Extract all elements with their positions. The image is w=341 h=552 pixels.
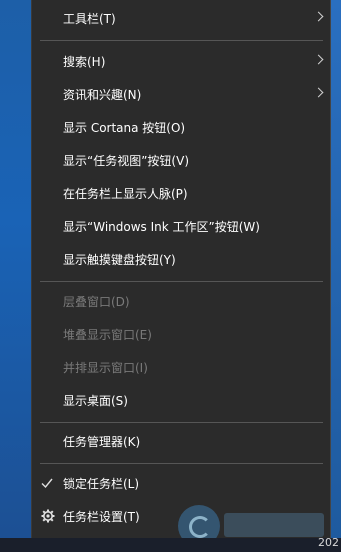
chevron-right-icon (313, 87, 324, 98)
menu-item-lock-taskbar[interactable]: 锁定任务栏(L) (32, 467, 330, 500)
menu-item-show-touch-keyboard[interactable]: 显示触摸键盘按钮(Y) (32, 243, 330, 276)
menu-item-label: 锁定任务栏(L) (63, 477, 140, 491)
watermark-text-block (224, 513, 324, 537)
desktop-background (0, 0, 31, 552)
menu-item-toolbars[interactable]: 工具栏(T) (32, 2, 330, 35)
gear-icon (41, 509, 55, 523)
menu-item-cascade-windows: 层叠窗口(D) (32, 285, 330, 318)
menu-item-show-cortana[interactable]: 显示 Cortana 按钮(O) (32, 111, 330, 144)
menu-item-label: 在任务栏上显示人脉(P) (63, 187, 188, 201)
chevron-right-icon (313, 54, 324, 65)
menu-item-label: 并排显示窗口(I) (63, 361, 148, 375)
menu-item-label: 堆叠显示窗口(E) (63, 328, 152, 342)
menu-item-news-interests[interactable]: 资讯和兴趣(N) (32, 78, 330, 111)
menu-item-label: 显示“任务视图”按钮(V) (63, 154, 190, 168)
menu-item-label: 显示 Cortana 按钮(O) (63, 121, 186, 135)
taskbar-context-menu: 工具栏(T) 搜索(H) 资讯和兴趣(N) 显示 Cortana 按钮(O) 显… (31, 0, 331, 538)
menu-item-label: 搜索(H) (63, 55, 106, 69)
menu-item-label: 工具栏(T) (63, 12, 116, 26)
menu-separator (40, 422, 323, 423)
chevron-right-icon (313, 11, 324, 22)
menu-item-label: 显示桌面(S) (63, 394, 128, 408)
menu-item-search[interactable]: 搜索(H) (32, 45, 330, 78)
menu-item-label: 显示“Windows Ink 工作区”按钮(W) (63, 220, 260, 234)
taskbar-clock[interactable]: 202 (318, 536, 339, 549)
menu-item-label: 任务管理器(K) (63, 435, 141, 449)
menu-item-side-by-side: 并排显示窗口(I) (32, 351, 330, 384)
menu-item-task-manager[interactable]: 任务管理器(K) (32, 425, 330, 458)
taskbar[interactable] (0, 538, 341, 552)
menu-item-show-desktop[interactable]: 显示桌面(S) (32, 384, 330, 417)
checkmark-icon (41, 478, 53, 489)
menu-item-label: 显示触摸键盘按钮(Y) (63, 253, 176, 267)
menu-item-label: 层叠窗口(D) (63, 295, 130, 309)
menu-separator (40, 463, 323, 464)
menu-separator (40, 281, 323, 282)
menu-item-show-windows-ink[interactable]: 显示“Windows Ink 工作区”按钮(W) (32, 210, 330, 243)
menu-item-label: 任务栏设置(T) (63, 510, 140, 524)
menu-item-show-task-view[interactable]: 显示“任务视图”按钮(V) (32, 144, 330, 177)
menu-item-stack-windows: 堆叠显示窗口(E) (32, 318, 330, 351)
menu-item-show-people[interactable]: 在任务栏上显示人脉(P) (32, 177, 330, 210)
menu-separator (40, 40, 323, 41)
menu-item-label: 资讯和兴趣(N) (63, 88, 142, 102)
